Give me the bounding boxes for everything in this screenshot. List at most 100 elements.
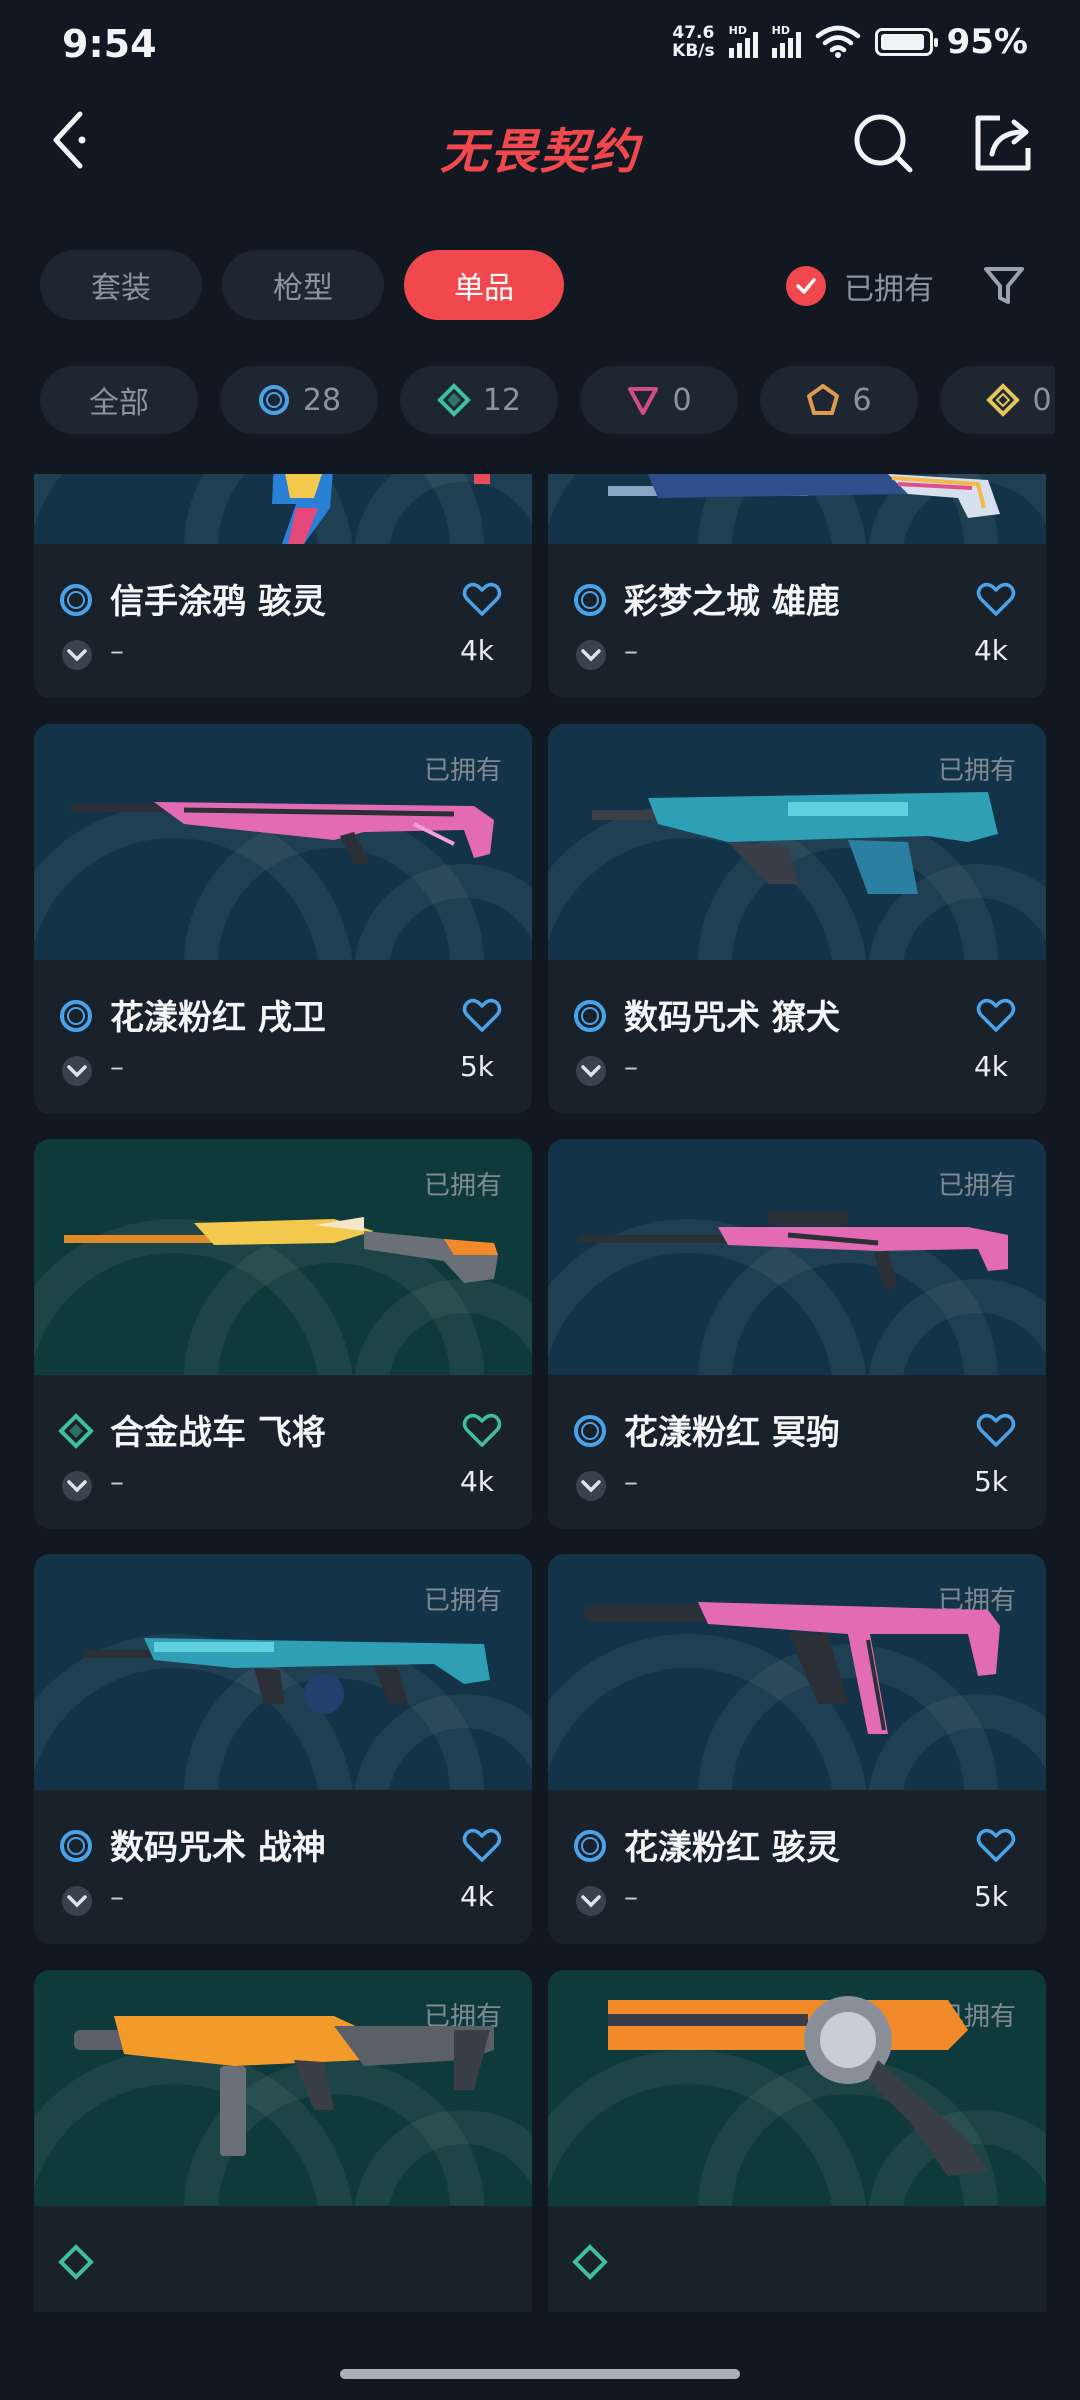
signal-icon: HD (771, 24, 801, 58)
weapon-alloy-marshal-image (64, 1217, 498, 1283)
status-indicators: 47.6 KB/s HD HD 95% (672, 22, 1028, 62)
level-chevron-icon (576, 1471, 606, 1501)
skin-image (548, 474, 1046, 544)
search-icon (854, 114, 913, 173)
skin-level: – (624, 634, 638, 667)
like-count: 4k (973, 634, 1008, 667)
skin-card[interactable]: 已拥有 (548, 1970, 1046, 2312)
ultra-tier-icon (986, 383, 1021, 417)
like-count: 5k (459, 1050, 494, 1083)
share-icon (975, 115, 1031, 171)
skin-card[interactable]: 信手涂鸦 骇灵 – 4k (34, 474, 532, 698)
weapon-dreamcity-image (608, 474, 1000, 518)
checkmark-icon (786, 266, 826, 306)
skin-card[interactable]: 已拥有 数码咒术 战神 – 4k (34, 1554, 532, 1944)
select-tier-icon (60, 1830, 92, 1862)
heart-icon[interactable] (976, 1411, 1016, 1449)
skin-image: 已拥有 (34, 1554, 532, 1790)
skin-image: 已拥有 (548, 1554, 1046, 1790)
weapon-pink-operator-image (578, 1211, 1008, 1289)
skin-image: 已拥有 (548, 724, 1046, 960)
skin-card[interactable]: 已拥有 花漾粉红 戌卫 – 5k (34, 724, 532, 1114)
skin-image: 已拥有 (548, 1139, 1046, 1375)
skin-card[interactable]: 已拥有 合金战车 飞将 – 4k (34, 1139, 532, 1529)
chip-select-tier[interactable]: 28 (220, 366, 378, 434)
weapon-digital-ares-image (84, 1638, 490, 1714)
weapon-graffiti-image (272, 474, 490, 544)
select-tier-icon (574, 1415, 606, 1447)
exclusive-tier-icon (807, 384, 840, 415)
skin-info: 数码咒术 獠犬 – 4k (548, 960, 1046, 1114)
skin-info: 数码咒术 战神 – 4k (34, 1790, 532, 1944)
select-tier-icon (574, 1830, 606, 1862)
heart-icon[interactable] (462, 996, 502, 1034)
chip-all[interactable]: 全部 (40, 366, 198, 434)
heart-icon[interactable] (976, 1826, 1016, 1864)
level-chevron-icon (576, 1056, 606, 1086)
owned-filter-toggle[interactable]: 已拥有 (786, 264, 934, 308)
skin-name: 数码咒术 战神 (110, 1828, 326, 1868)
select-tier-icon (60, 1000, 92, 1032)
category-tabs: 套装 枪型 单品 (40, 250, 564, 322)
level-chevron-icon (576, 640, 606, 670)
like-count: 4k (459, 1465, 494, 1498)
skin-level: – (110, 634, 124, 667)
status-bar: 9:54 47.6 KB/s HD HD 95% (0, 0, 1080, 90)
weapon-alloy-smg-image (74, 2016, 494, 2156)
heart-icon[interactable] (976, 580, 1016, 618)
skin-level: – (624, 1880, 638, 1913)
skin-level: – (110, 1050, 124, 1083)
skin-name: 合金战车 飞将 (110, 1413, 326, 1453)
battery-icon (874, 28, 938, 56)
skin-name: 信手涂鸦 骇灵 (110, 582, 326, 622)
skin-info (34, 2206, 532, 2312)
search-button[interactable] (850, 110, 916, 176)
skin-level: – (624, 1050, 638, 1083)
heart-icon[interactable] (462, 1826, 502, 1864)
skin-card[interactable]: 已拥有 花漾粉红 冥驹 – 5k (548, 1139, 1046, 1529)
weapon-alloy-sheriff-image (608, 1996, 988, 2176)
skin-card[interactable]: 已拥有 (34, 1970, 532, 2312)
skin-card[interactable]: 已拥有 数码咒术 獠犬 – 4k (548, 724, 1046, 1114)
level-chevron-icon (62, 1056, 92, 1086)
filter-icon (984, 267, 1024, 304)
like-count: 4k (973, 1050, 1008, 1083)
tab-weapon-type[interactable]: 枪型 (222, 250, 384, 320)
like-count: 5k (973, 1465, 1008, 1498)
heart-icon[interactable] (976, 996, 1016, 1034)
signal-icon: HD (728, 24, 758, 58)
weapon-digital-bulldog-image (592, 792, 998, 894)
filter-button[interactable] (980, 262, 1028, 310)
app-logo: 无畏契约 (439, 124, 640, 180)
skin-image (34, 474, 532, 544)
select-tier-icon (258, 385, 289, 415)
select-tier-icon (574, 584, 606, 616)
heart-icon[interactable] (462, 580, 502, 618)
skin-level: – (110, 1465, 124, 1498)
deluxe-tier-icon (437, 383, 471, 417)
chip-deluxe-tier[interactable]: 12 (400, 366, 558, 434)
chip-exclusive-tier[interactable]: 6 (760, 366, 918, 434)
chip-premium-tier[interactable]: 0 (580, 366, 738, 434)
share-button[interactable] (970, 110, 1036, 176)
skin-name: 彩梦之城 雄鹿 (624, 582, 840, 622)
tab-sets[interactable]: 套装 (40, 250, 202, 320)
tab-single-items[interactable]: 单品 (404, 250, 564, 320)
skin-card[interactable]: 已拥有 花漾粉红 骇灵 – 5k (548, 1554, 1046, 1944)
weapon-guardian-pink-image (70, 802, 494, 864)
level-chevron-icon (62, 1886, 92, 1916)
weapon-pink-spectre-image (584, 1602, 1000, 1734)
skin-image: 已拥有 (34, 1970, 532, 2206)
chip-ultra-tier[interactable]: 0 (940, 366, 1055, 434)
skin-name: 数码咒术 獠犬 (624, 998, 840, 1038)
skin-card[interactable]: 彩梦之城 雄鹿 – 4k (548, 474, 1046, 698)
home-indicator[interactable] (340, 2369, 740, 2379)
deluxe-tier-icon (58, 2244, 94, 2280)
select-tier-icon (60, 584, 92, 616)
heart-icon[interactable] (462, 1411, 502, 1449)
level-chevron-icon (62, 640, 92, 670)
network-speed: 47.6 KB/s (672, 23, 715, 61)
skin-name: 花漾粉红 骇灵 (624, 1828, 840, 1868)
level-chevron-icon (576, 1886, 606, 1916)
select-tier-icon (574, 1000, 606, 1032)
